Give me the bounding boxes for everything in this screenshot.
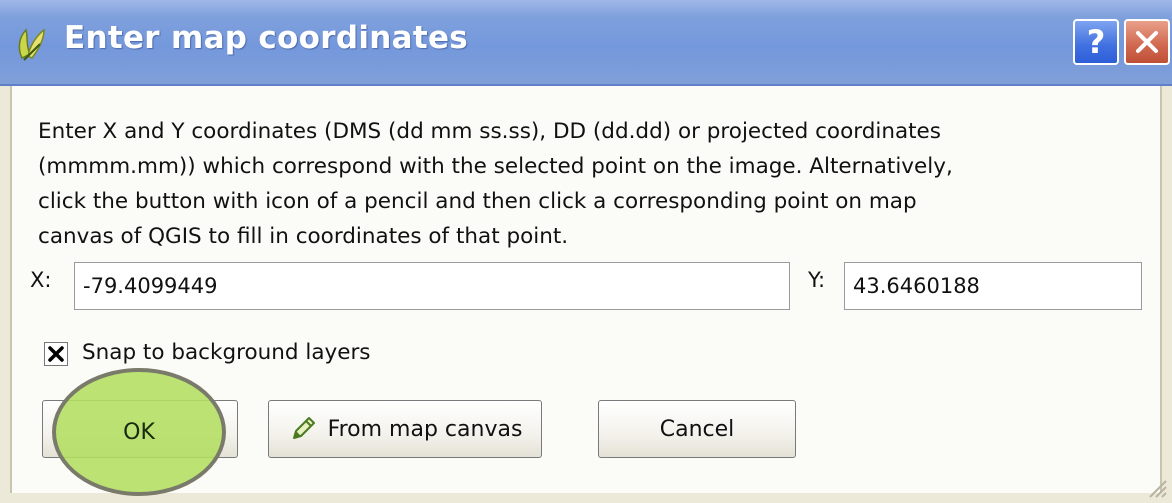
snap-checkbox-label[interactable]: Snap to background layers [82, 340, 371, 365]
help-button[interactable]: ? [1073, 19, 1119, 65]
close-button[interactable] [1124, 19, 1170, 65]
ok-label: OK [123, 419, 155, 445]
check-mark-icon [48, 346, 64, 362]
title-bar[interactable]: Enter map coordinates ? [0, 0, 1172, 86]
instructions-text: Enter X and Y coordinates (DMS (dd mm ss… [38, 119, 953, 249]
y-label: Y: [808, 268, 826, 292]
window-title: Enter map coordinates [64, 20, 469, 56]
y-coordinate-input[interactable]: 43.6460188 [844, 262, 1142, 310]
pencil-icon [292, 417, 315, 439]
help-icon: ? [1086, 23, 1106, 61]
x-coordinate-input[interactable]: -79.4099449 [74, 262, 790, 310]
from-map-canvas-button[interactable]: From map canvas [268, 400, 542, 458]
close-icon [1136, 31, 1158, 53]
dialog-window: Enter map coordinates ? Enter X and Y co… [0, 0, 1172, 503]
from-map-canvas-label: From map canvas [327, 416, 523, 442]
x-label: X: [30, 268, 52, 292]
qgis-icon [18, 28, 45, 61]
cancel-label: Cancel [659, 416, 735, 442]
ok-button-highlight[interactable]: OK [52, 368, 226, 496]
cancel-button[interactable]: Cancel [598, 400, 796, 458]
snap-checkbox[interactable] [44, 342, 68, 366]
resize-grip-icon[interactable] [1144, 475, 1168, 499]
